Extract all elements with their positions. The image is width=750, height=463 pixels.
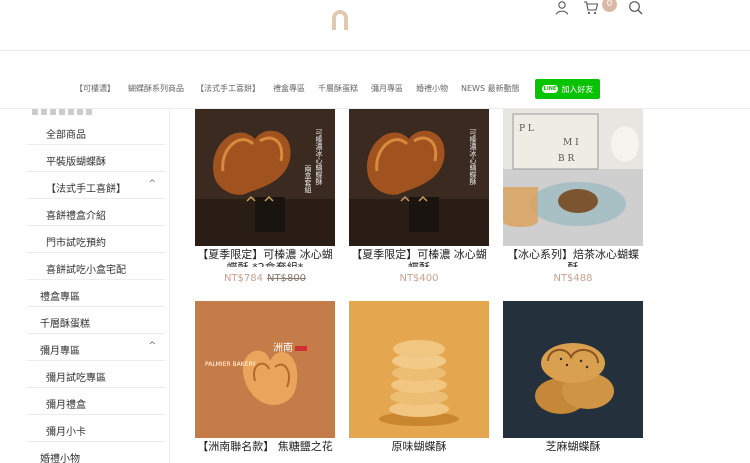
- product-title[interactable]: 【冰心系列】焙茶冰心蝴蝶: [493, 248, 653, 261]
- sidebar-item-baby-moon[interactable]: 彌月專區 ^: [27, 334, 165, 361]
- product-title[interactable]: 【夏季限定】可榛濃 冰心蝴: [185, 248, 345, 261]
- svg-text:B R: B R: [558, 154, 574, 164]
- product-title-line2: 蝶酥 *2盒套組*: [185, 261, 345, 267]
- nav-item-wedding-favors[interactable]: 婚禮小物: [416, 83, 448, 94]
- cart-icon[interactable]: [583, 0, 599, 19]
- product-title-line2: 蝶酥: [339, 261, 499, 267]
- header-divider: [0, 50, 750, 51]
- sidebar-item-mille-feuille[interactable]: 千層酥蛋糕: [27, 307, 165, 334]
- product-title[interactable]: 【夏季限定】可榛濃 冰心蝴: [339, 248, 499, 261]
- sidebar-item-all-products[interactable]: 全部商品: [27, 118, 165, 145]
- sidebar-item-gift-boxes[interactable]: 禮盒專區: [27, 280, 165, 307]
- cart-count-badge: 0: [602, 0, 617, 12]
- line-add-friend-button[interactable]: LINE 加入好友: [535, 79, 600, 99]
- sidebar-scrolled-edge: [32, 109, 92, 115]
- product-image[interactable]: [349, 301, 489, 438]
- nav-item-baby-moon[interactable]: 彌月專區: [371, 83, 403, 94]
- sidebar-item-tasting-delivery[interactable]: 喜餅試吃小盒宅配: [27, 253, 165, 280]
- sidebar-item-wedding-cakes[interactable]: 【法式手工喜餅】 ^: [27, 172, 165, 199]
- sidebar-item-baby-moon-box[interactable]: 彌月禮盒: [27, 388, 165, 415]
- sidebar-item-wedding-box-intro[interactable]: 喜餅禮盒介紹: [27, 199, 165, 226]
- original-price: NT$800: [267, 273, 307, 284]
- sidebar-item-flat-palmier[interactable]: 平裝版蝴蝶酥: [27, 145, 165, 172]
- product-price: NT$784 NT$800: [223, 273, 307, 284]
- product-image[interactable]: PALMIER BAKERY 洲南: [195, 301, 335, 438]
- nav-item-mille-feuille[interactable]: 千層酥蛋糕: [318, 83, 358, 94]
- palmier-bakery-text: PALMIER BAKERY: [205, 361, 256, 368]
- brand-logo[interactable]: [329, 8, 351, 30]
- svg-text:P L: P L: [519, 124, 534, 134]
- product-image[interactable]: 可榛濃冰心蝴蝶酥 兩盒套組: [195, 109, 335, 246]
- chevron-up-icon[interactable]: ^: [148, 179, 156, 189]
- main-nav: 【可樓濃】 蝴蝶酥系列商品 【法式手工喜餅】 禮盒專區 千層酥蛋糕 彌月專區 婚…: [0, 79, 750, 99]
- product-title[interactable]: 原味蝴蝶酥: [339, 440, 499, 453]
- line-logo-icon: LINE: [541, 85, 559, 93]
- nav-item-kezhen[interactable]: 【可樓濃】: [75, 83, 115, 94]
- product-price: NT$488: [553, 273, 593, 284]
- product-image[interactable]: 可榛濃冰心蝴蝶酥: [349, 109, 489, 246]
- sidebar-item-store-tasting[interactable]: 門市試吃預約: [27, 226, 165, 253]
- box-vertical-text: 可榛濃冰心蝴蝶酥: [315, 129, 323, 186]
- product-price: NT$400: [399, 273, 439, 284]
- nav-item-news[interactable]: NEWS 最新動態: [461, 83, 520, 94]
- search-icon[interactable]: [628, 0, 644, 19]
- sidebar-item-baby-moon-card[interactable]: 彌月小卡: [27, 415, 165, 442]
- nav-item-palmier-series[interactable]: 蝴蝶酥系列商品: [128, 83, 184, 94]
- svg-text:M I: M I: [563, 138, 579, 148]
- sidebar-item-wedding-favors[interactable]: 婚禮小物: [27, 442, 165, 463]
- user-icon[interactable]: [555, 0, 569, 19]
- svg-text:兩盒套組: 兩盒套組: [304, 165, 312, 193]
- line-button-label: 加入好友: [561, 84, 594, 94]
- category-sidebar: 全部商品 平裝版蝴蝶酥 【法式手工喜餅】 ^ 喜餅禮盒介紹 門市試吃預約 喜餅試吃…: [27, 109, 170, 463]
- product-title-line2: 酥: [493, 261, 653, 267]
- svg-text:可榛濃冰心蝴蝶酥: 可榛濃冰心蝴蝶酥: [469, 129, 477, 186]
- sidebar-item-baby-moon-tasting[interactable]: 彌月試吃專區: [27, 361, 165, 388]
- chevron-up-icon[interactable]: ^: [148, 341, 156, 351]
- product-title[interactable]: 【洲南聯名款】 焦糖鹽之花: [185, 440, 345, 453]
- product-image[interactable]: P L M I B R: [503, 109, 643, 246]
- product-title[interactable]: 芝麻蝴蝶酥: [493, 440, 653, 453]
- svg-text:洲南: 洲南: [273, 341, 293, 354]
- product-image[interactable]: [503, 301, 643, 438]
- nav-item-gift-boxes[interactable]: 禮盒專區: [273, 83, 305, 94]
- nav-item-wedding-cakes[interactable]: 【法式手工喜餅】: [196, 83, 260, 94]
